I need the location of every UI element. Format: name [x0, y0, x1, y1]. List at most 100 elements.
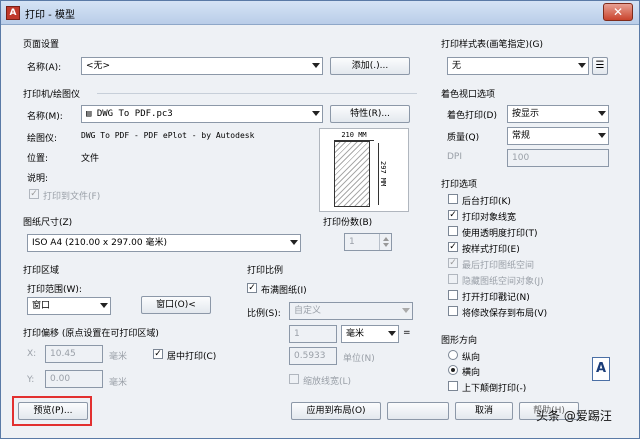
offset-x-label: X: [27, 349, 37, 359]
copies-input[interactable]: 1 [344, 233, 392, 251]
scale-lineweights-checkbox[interactable] [289, 374, 299, 384]
plot-option-checkbox[interactable]: ✓ [448, 210, 458, 220]
printer-name-select[interactable]: ▤ DWG To PDF.pc3 [81, 105, 323, 123]
printer-properties-button[interactable]: 特性(R)... [330, 105, 410, 123]
plot-option-label: 隐藏图纸空间对象(J) [462, 277, 544, 287]
scale-unit-select[interactable]: 毫米 [341, 325, 399, 343]
landscape-orientation-icon: A [592, 357, 610, 381]
center-plot-checkbox[interactable]: ✓ [153, 349, 163, 359]
scale-value1-input[interactable]: 1 [289, 325, 337, 343]
plot-option-checkbox[interactable] [448, 306, 458, 316]
add-page-setup-button[interactable]: 添加(.)... [330, 57, 410, 75]
print-to-file-checkbox[interactable]: ✓ [29, 189, 39, 199]
chevron-down-icon [402, 308, 410, 313]
chevron-down-icon [598, 133, 606, 138]
portrait-label: 纵向 [462, 353, 481, 363]
autocad-app-icon: A [6, 6, 20, 20]
upside-down-checkbox[interactable] [448, 381, 458, 391]
copies-value: 1 [349, 237, 355, 247]
quality-value: 常规 [512, 131, 531, 141]
scale-units-label: 单位(N) [343, 354, 375, 364]
edit-plot-style-icon[interactable]: ☰ [592, 57, 608, 75]
plot-option-label: 按样式打印(E) [462, 245, 520, 255]
cancel-button[interactable]: 取消 [455, 402, 513, 420]
plot-option-label: 打开打印戳记(N) [462, 293, 530, 303]
chevron-down-icon [290, 240, 298, 245]
window-title: 打印 - 模型 [25, 10, 75, 21]
plot-option-label: 打印对象线宽 [462, 213, 517, 223]
plot-option-checkbox[interactable] [448, 226, 458, 236]
chevron-down-icon [100, 303, 108, 308]
shade-plot-select[interactable]: 按显示 [507, 105, 609, 123]
dpi-label: DPI [447, 152, 463, 162]
chevron-down-icon [312, 111, 320, 116]
scale-value2-input[interactable]: 0.5933 [289, 347, 337, 365]
description-label: 说明: [27, 174, 49, 184]
page-setup-name-value: <无> [86, 61, 111, 71]
plot-option-checkbox[interactable] [448, 290, 458, 300]
apply-to-layout-button[interactable]: 应用到布局(O) [291, 402, 381, 420]
paper-sheet-icon [334, 141, 370, 207]
paper-preview: 210 MM 297 MM [319, 128, 409, 212]
plot-option-checkbox[interactable]: ✓ [448, 258, 458, 268]
chevron-down-icon [312, 63, 320, 68]
printer-name-label: 名称(M): [27, 112, 63, 122]
shade-plot-label: 着色打印(D) [447, 111, 497, 121]
plot-style-table-select[interactable]: 无 [447, 57, 589, 75]
plotter-value: DWG To PDF - PDF ePlot - by Autodesk [81, 131, 255, 140]
plot-option-label: 最后打印图纸空间 [462, 261, 535, 271]
page-setup-title: 页面设置 [23, 40, 60, 50]
scale-value: 自定义 [294, 306, 322, 316]
plot-scale-title: 打印比例 [247, 266, 284, 276]
divider [97, 93, 417, 94]
offset-x-input[interactable]: 10.45 [45, 345, 103, 363]
plot-range-label: 打印范围(W): [27, 285, 82, 295]
printer-title: 打印机/绘图仪 [23, 90, 81, 100]
plot-option-checkbox[interactable]: ✓ [448, 242, 458, 252]
paper-width-dimension: 210 MM [334, 131, 374, 141]
offset-x-unit: 毫米 [109, 352, 128, 362]
paper-size-title: 图纸尺寸(Z) [23, 218, 73, 228]
portrait-radio[interactable] [448, 350, 458, 360]
orientation-title: 图形方向 [441, 336, 478, 346]
close-button[interactable]: ✕ [603, 3, 633, 21]
plot-offset-title: 打印偏移 (原点设置在可打印区域) [23, 329, 159, 339]
plot-option-label: 使用透明度打印(T) [462, 229, 538, 239]
landscape-radio[interactable] [448, 365, 458, 375]
ok-button[interactable] [387, 402, 449, 420]
scale-lineweights-label: 缩放线宽(L) [303, 377, 352, 387]
location-value: 文件 [81, 154, 100, 164]
landscape-label: 横向 [462, 368, 481, 378]
window-select-button[interactable]: 窗口(O)< [141, 296, 211, 314]
offset-y-label: Y: [27, 375, 35, 385]
print-to-file-label: 打印到文件(F) [43, 192, 101, 202]
plot-option-checkbox[interactable] [448, 194, 458, 204]
plot-style-table-title: 打印样式表(画笔指定)(G) [441, 40, 544, 50]
location-label: 位置: [27, 154, 49, 164]
preview-highlight-box [12, 396, 92, 426]
quality-select[interactable]: 常规 [507, 127, 609, 145]
page-setup-name-select[interactable]: <无> [81, 57, 323, 75]
offset-y-input[interactable]: 0.00 [45, 370, 103, 388]
plot-option-checkbox[interactable] [448, 274, 458, 284]
plot-range-select[interactable]: 窗口 [27, 297, 111, 315]
shade-plot-value: 按显示 [512, 109, 540, 119]
plotter-label: 绘图仪: [27, 134, 58, 144]
copies-title: 打印份数(B) [323, 218, 373, 228]
spinner-icon[interactable] [379, 234, 391, 250]
page-setup-name-label: 名称(A): [27, 63, 62, 73]
scale-unit-value: 毫米 [346, 329, 365, 339]
paper-size-select[interactable]: ISO A4 (210.00 x 297.00 毫米) [27, 234, 301, 252]
plot-options-title: 打印选项 [441, 180, 478, 190]
plot-option-label: 将修改保存到布局(V) [462, 309, 548, 319]
quality-label: 质量(Q) [447, 133, 480, 143]
watermark-text: 头条 @爱踢汪 [536, 409, 612, 423]
scale-select[interactable]: 自定义 [289, 302, 413, 320]
print-dialog: A 打印 - 模型 ✕ 页面设置 名称(A): <无> 添加(.)... 打印机… [0, 0, 640, 439]
chevron-down-icon [598, 111, 606, 116]
fit-to-paper-checkbox[interactable]: ✓ [247, 283, 257, 293]
fit-to-paper-label: 布满图纸(I) [261, 286, 307, 296]
plot-area-title: 打印区域 [23, 266, 60, 276]
dpi-input[interactable]: 100 [507, 149, 609, 167]
offset-y-unit: 毫米 [109, 378, 128, 388]
